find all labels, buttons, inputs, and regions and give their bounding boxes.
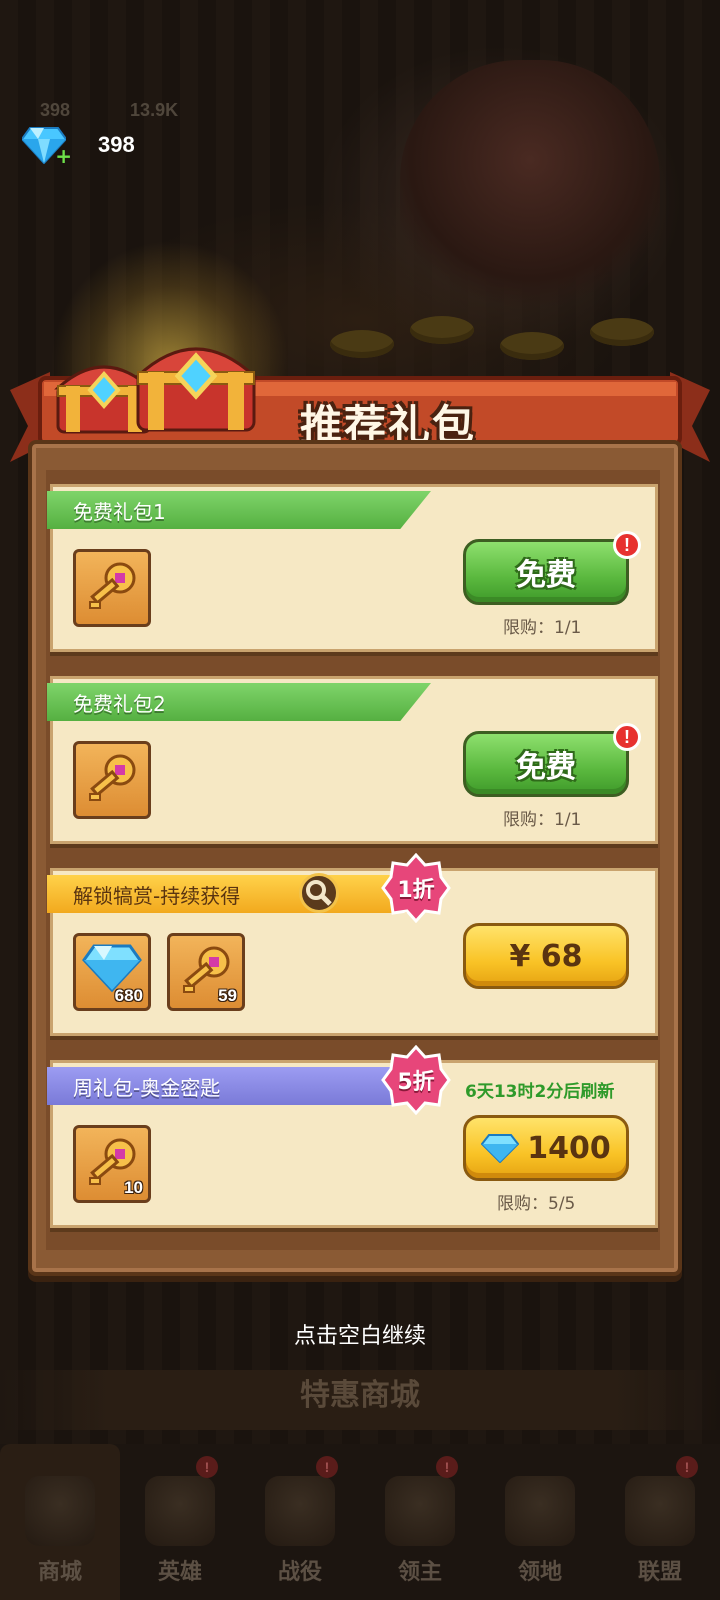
buy-with-gems-button[interactable]: 1400 [463,1115,629,1181]
item-slot[interactable] [73,741,151,819]
pack-title: 免费礼包1 [47,491,431,529]
nav-alliance[interactable]: ! 联盟 [600,1444,720,1600]
notification-dot-icon: ! [436,1456,458,1478]
item-count: 59 [218,986,237,1005]
battle-icon [265,1476,335,1546]
nav-label: 战役 [277,1560,322,1585]
pack-title: 免费礼包2 [47,683,431,721]
nav-label: 领主 [397,1560,442,1585]
notification-dot-icon: ! [316,1456,338,1478]
add-gems-icon[interactable]: + [55,144,72,168]
nav-label: 领地 [517,1560,562,1585]
tap-to-continue-hint[interactable]: 点击空白继续 [0,1318,720,1350]
item-count: 680 [114,986,143,1005]
nav-label: 联盟 [637,1560,682,1585]
alert-badge-icon: ! [613,531,641,559]
nav-battle[interactable]: ! 战役 [240,1444,360,1600]
pack-card-free-1: 免费礼包1 免费 ! 限购：1/1 [47,484,658,652]
notification-dot-icon: ! [676,1456,698,1478]
pack-card-weekly: 周礼包-奥金密匙 5折 6天13时2分后刷新 10 1400 限购：5/5 [47,1045,658,1228]
refresh-timer: 6天13时2分后刷新 [465,1082,615,1102]
gem-count: 398 [98,132,135,157]
item-count: 10 [124,1178,143,1197]
faded-gold-count: 13.9K [130,100,179,120]
discount-badge: 5折 [381,1045,451,1115]
claim-free-button[interactable]: 免费 [463,539,629,605]
gem-counter[interactable]: + 398 [20,126,135,168]
purchase-limit: 限购：1/1 [503,810,582,830]
coin-decoration [410,316,474,344]
nav-label: 商城 [37,1560,82,1585]
hero-cards-icon [145,1476,215,1546]
nav-label: 英雄 [157,1560,202,1585]
item-slot[interactable]: 10 [73,1125,151,1203]
castle-icon [505,1476,575,1546]
alert-badge-icon: ! [613,723,641,751]
purchase-limit: 限购：5/5 [497,1194,576,1214]
bottom-navigation: 商城 ! 英雄 ! 战役 ! 领主 领地 ! 联盟 [0,1444,720,1600]
nav-shop[interactable]: 商城 [0,1444,120,1600]
pack-title: 周礼包-奥金密匙 [47,1067,397,1105]
nav-territory[interactable]: 领地 [480,1444,600,1600]
item-slot[interactable] [73,549,151,627]
buy-price-button[interactable]: ¥ 68 [463,923,629,989]
coin-decoration [590,318,654,346]
nav-heroes[interactable]: ! 英雄 [120,1444,240,1600]
magnifier-icon[interactable] [299,873,339,913]
treasure-chest-large-icon [134,347,258,432]
golden-key-icon [89,754,136,801]
discount-badge: 1折 [381,853,451,923]
lord-icon [385,1476,455,1546]
pack-card-unlock-reward: 解锁犒赏-持续获得 1折 680 59 ¥ 68 [47,853,658,1036]
pack-title: 解锁犒赏-持续获得 [47,875,407,913]
alliance-icon [625,1476,695,1546]
item-slot[interactable]: 680 [73,933,151,1011]
coin-decoration [330,330,394,358]
coin-decoration [500,332,564,360]
discount-text: 5折 [397,1070,435,1095]
shopkeeper-character [400,60,660,310]
shop-section-title: 特惠商城 [0,1370,720,1430]
golden-key-icon [89,562,136,609]
gem-icon: + [20,126,72,168]
nav-lord[interactable]: ! 领主 [360,1444,480,1600]
item-slot[interactable]: 59 [167,933,245,1011]
pack-card-free-2: 免费礼包2 免费 ! 限购：1/1 [47,676,658,844]
shop-icon [25,1476,95,1546]
gem-price: 1400 [527,1130,611,1166]
notification-dot-icon: ! [196,1456,218,1478]
discount-text: 1折 [397,878,435,903]
gem-icon [481,1134,520,1163]
purchase-limit: 限购：1/1 [503,618,582,638]
claim-free-button[interactable]: 免费 [463,731,629,797]
